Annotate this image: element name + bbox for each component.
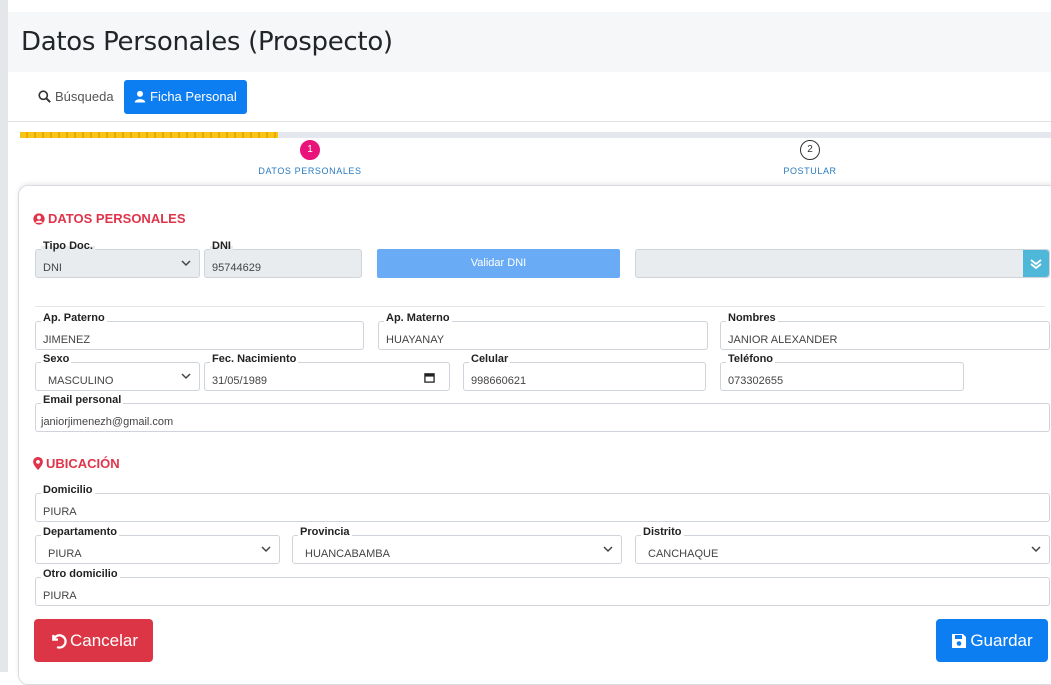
distrito-select[interactable]: Distrito CANCHAQUE — [635, 526, 1050, 564]
dni-value: 95744629 — [212, 262, 261, 274]
step-postular[interactable]: 2 POSTULAR — [730, 140, 890, 176]
step-label: DATOS PERSONALES — [258, 166, 362, 176]
cancel-button[interactable]: Cancelar — [34, 619, 153, 662]
ap-paterno-value: JIMENEZ — [43, 334, 91, 346]
ap-materno-input[interactable]: Ap. Materno HUAYANAY — [378, 312, 708, 350]
search-icon — [38, 90, 51, 103]
page-title: Datos Personales (Prospecto) — [21, 27, 393, 57]
nombres-label: Nombres — [726, 312, 778, 324]
tab-busqueda[interactable]: Búsqueda — [28, 80, 124, 114]
dni-input[interactable]: DNI 95744629 — [204, 240, 362, 278]
save-label: Guardar — [970, 631, 1033, 650]
telefono-input[interactable]: Teléfono 073302655 — [720, 353, 964, 391]
map-marker-icon — [33, 457, 43, 470]
section-ubicacion: UBICACIÓN — [33, 456, 120, 471]
chevron-down-icon — [1031, 546, 1041, 553]
validar-dni-button[interactable]: Validar DNI — [377, 249, 620, 278]
form-card: DATOS PERSONALES Tipo Doc. DNI DNI 95744… — [18, 185, 1051, 685]
email-personal-label: Email personal — [41, 394, 124, 406]
telefono-value: 073302655 — [728, 375, 784, 387]
save-button[interactable]: Guardar — [936, 619, 1048, 662]
provincia-label: Provincia — [298, 526, 352, 538]
tipo-doc-select[interactable]: Tipo Doc. DNI — [35, 240, 200, 278]
page-header: Datos Personales (Prospecto) — [8, 12, 1051, 72]
undo-icon — [52, 634, 67, 649]
tab-ficha-personal[interactable]: Ficha Personal — [124, 80, 247, 114]
tipo-doc-value: DNI — [43, 262, 62, 274]
section-title-text: DATOS PERSONALES — [48, 211, 186, 226]
section-datos-personales: DATOS PERSONALES — [33, 211, 185, 226]
celular-input[interactable]: Celular 998660621 — [463, 353, 706, 391]
distrito-value: CANCHAQUE — [648, 548, 719, 560]
sexo-value: MASCULINO — [48, 375, 114, 387]
step-label: POSTULAR — [783, 166, 837, 176]
email-personal-value: janiorjimenezh@gmail.com — [41, 416, 174, 428]
tab-ficha-label: Ficha Personal — [150, 89, 237, 104]
user-circle-icon — [33, 213, 45, 225]
dni-result-input[interactable] — [635, 249, 1050, 278]
otro-domicilio-label: Otro domicilio — [41, 568, 120, 580]
email-personal-input[interactable]: Email personal janiorjimenezh@gmail.com — [35, 394, 1050, 432]
ap-materno-value: HUAYANAY — [386, 334, 445, 346]
wizard-stepper: 1 DATOS PERSONALES 2 POSTULAR — [20, 132, 1051, 182]
ap-paterno-label: Ap. Paterno — [41, 312, 107, 324]
step-datos-personales[interactable]: 1 DATOS PERSONALES — [230, 140, 390, 176]
domicilio-value: PIURA — [43, 506, 77, 518]
cancel-label: Cancelar — [69, 631, 139, 650]
step-number: 1 — [300, 140, 320, 160]
provincia-select[interactable]: Provincia HUANCABAMBA — [292, 526, 622, 564]
progress-track — [20, 132, 1051, 138]
telefono-label: Teléfono — [726, 353, 776, 365]
fec-nacimiento-input[interactable]: Fec. Nacimiento 31/05/1989 — [204, 353, 450, 391]
fec-nacimiento-value: 31/05/1989 — [212, 375, 268, 387]
ap-paterno-input[interactable]: Ap. Paterno JIMENEZ — [35, 312, 364, 350]
domicilio-input[interactable]: Domicilio PIURA — [35, 484, 1050, 522]
double-check-icon — [1030, 259, 1042, 270]
otro-domicilio-value: PIURA — [43, 590, 77, 602]
left-sidebar-edge — [0, 0, 8, 672]
tab-busqueda-label: Búsqueda — [55, 89, 114, 104]
user-icon — [134, 90, 146, 103]
distrito-label: Distrito — [641, 526, 684, 538]
fec-nacimiento-label: Fec. Nacimiento — [210, 353, 299, 365]
sexo-select[interactable]: Sexo MASCULINO — [35, 353, 200, 391]
section-title-text: UBICACIÓN — [46, 456, 120, 471]
chevron-down-icon — [261, 546, 271, 553]
otro-domicilio-input[interactable]: Otro domicilio PIURA — [35, 568, 1050, 606]
nombres-value: JANIOR ALEXANDER — [728, 334, 838, 346]
celular-label: Celular — [469, 353, 511, 365]
chevron-down-icon — [181, 260, 191, 267]
provincia-value: HUANCABAMBA — [305, 548, 390, 560]
section-divider — [35, 306, 1045, 307]
step-number: 2 — [800, 140, 820, 160]
ap-materno-label: Ap. Materno — [384, 312, 452, 324]
sexo-label: Sexo — [41, 353, 72, 365]
tipo-doc-label: Tipo Doc. — [41, 240, 95, 252]
save-icon — [952, 634, 967, 648]
domicilio-label: Domicilio — [41, 484, 95, 496]
validate-check-button[interactable] — [1023, 250, 1049, 277]
progress-fill — [20, 132, 278, 138]
chevron-down-icon — [181, 373, 191, 380]
tab-bar: Búsqueda Ficha Personal — [8, 72, 1051, 122]
departamento-value: PIURA — [48, 548, 82, 560]
chevron-down-icon — [603, 546, 613, 553]
departamento-label: Departamento — [41, 526, 119, 538]
departamento-select[interactable]: Departamento PIURA — [35, 526, 280, 564]
dni-label: DNI — [210, 240, 233, 252]
celular-value: 998660621 — [471, 375, 527, 387]
calendar-icon[interactable] — [424, 372, 435, 383]
nombres-input[interactable]: Nombres JANIOR ALEXANDER — [720, 312, 1050, 350]
